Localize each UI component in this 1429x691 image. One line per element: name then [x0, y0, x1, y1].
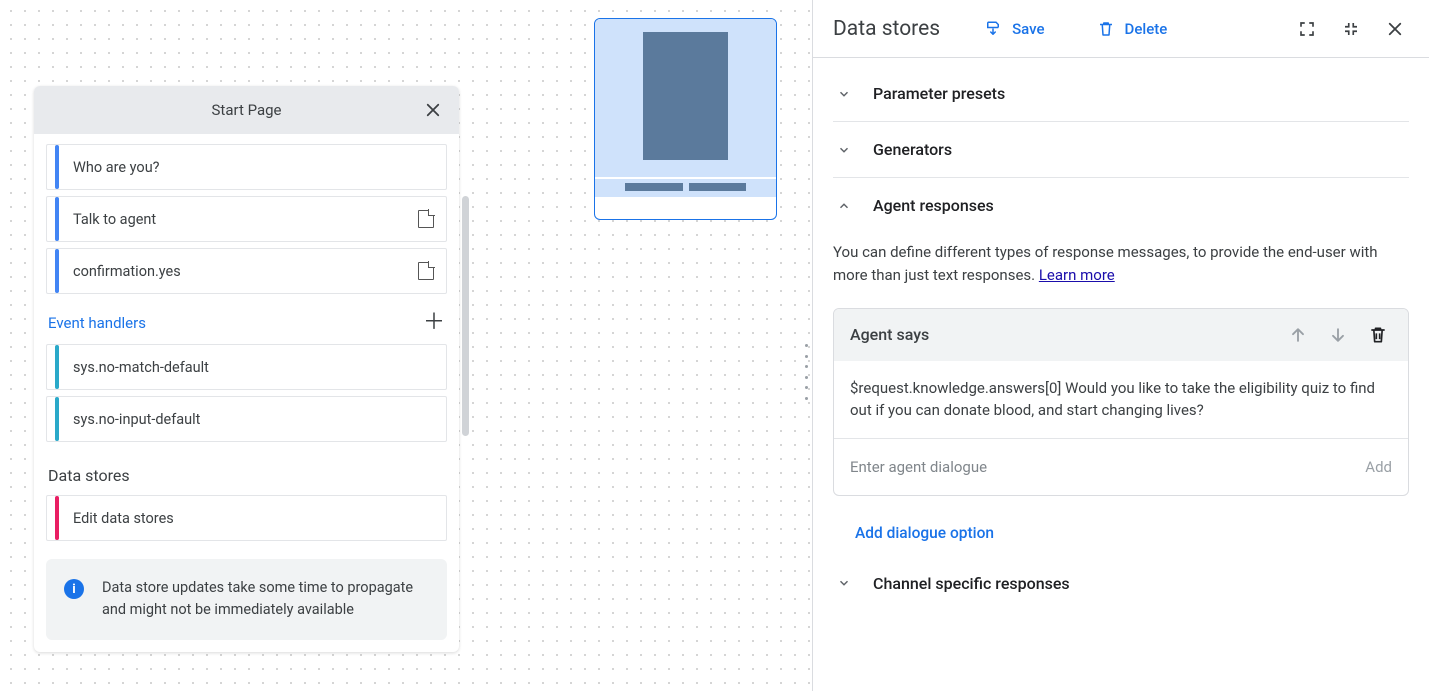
info-icon: i	[64, 579, 84, 599]
event-handlers-title[interactable]: Event handlers	[48, 314, 146, 332]
intent-row[interactable]: confirmation.yes	[46, 248, 447, 294]
intent-bar-icon	[55, 249, 59, 293]
info-box: i Data store updates take some time to p…	[46, 559, 447, 640]
page-icon	[418, 262, 434, 280]
accordion-channel-specific[interactable]: Channel specific responses	[833, 566, 1409, 611]
intent-label: confirmation.yes	[73, 263, 406, 280]
intent-bar-icon	[55, 145, 59, 189]
flow-node-thumbnail[interactable]	[594, 18, 777, 220]
move-up-icon[interactable]	[1284, 321, 1312, 349]
chevron-down-icon	[837, 143, 851, 157]
edit-data-stores-row[interactable]: Edit data stores	[46, 495, 447, 541]
agent-dialogue-input[interactable]	[850, 458, 1353, 476]
agent-says-body[interactable]: $request.knowledge.answers[0] Would you …	[834, 361, 1408, 439]
delete-button[interactable]: Delete	[1089, 14, 1176, 44]
start-page-panel: Start Page Who are you? Talk to agent co…	[34, 86, 459, 652]
edit-data-stores-label: Edit data stores	[73, 510, 434, 527]
right-panel-body: Parameter presets Generators Agent respo…	[813, 58, 1429, 691]
save-icon	[984, 20, 1002, 38]
data-stores-section: Data stores	[46, 466, 447, 485]
chevron-down-icon	[837, 87, 851, 101]
trash-icon	[1097, 20, 1115, 38]
close-icon[interactable]	[421, 98, 445, 122]
thumbnail-body	[595, 19, 776, 177]
intent-row[interactable]: Who are you?	[46, 144, 447, 190]
save-button[interactable]: Save	[976, 14, 1052, 44]
start-page-header: Start Page	[34, 86, 459, 134]
fullscreen-icon[interactable]	[1293, 15, 1321, 43]
intent-label: Who are you?	[73, 159, 434, 176]
learn-more-link[interactable]: Learn more	[1039, 266, 1115, 284]
add-button[interactable]: Add	[1365, 458, 1392, 476]
intent-bar-icon	[55, 197, 59, 241]
close-icon[interactable]	[1381, 15, 1409, 43]
scrollbar[interactable]	[462, 196, 469, 436]
agent-responses-description: You can define different types of respon…	[833, 241, 1409, 288]
delete-response-icon[interactable]	[1364, 321, 1392, 349]
event-handler-label: sys.no-match-default	[73, 359, 434, 376]
accordion-parameter-presets[interactable]: Parameter presets	[833, 66, 1409, 122]
event-handler-row[interactable]: sys.no-input-default	[46, 396, 447, 442]
page-icon	[418, 210, 434, 228]
event-handlers-section: Event handlers ＋	[46, 312, 447, 334]
add-dialogue-option-button[interactable]: Add dialogue option	[833, 506, 1409, 566]
agent-dialogue-input-row: Add	[834, 439, 1408, 495]
chevron-up-icon	[837, 199, 851, 213]
agent-says-title: Agent says	[850, 325, 929, 344]
intent-row[interactable]: Talk to agent	[46, 196, 447, 242]
move-down-icon[interactable]	[1324, 321, 1352, 349]
chevron-down-icon	[837, 576, 851, 590]
resize-handle-icon[interactable]	[805, 344, 811, 400]
agent-says-card: Agent says $request.knowledge.answers[0]…	[833, 308, 1409, 496]
agent-says-header: Agent says	[834, 309, 1408, 361]
exit-fullscreen-icon[interactable]	[1337, 15, 1365, 43]
event-bar-icon	[55, 345, 59, 389]
info-text: Data store updates take some time to pro…	[102, 577, 429, 622]
panel-title: Data stores	[833, 17, 940, 41]
add-event-handler-icon[interactable]: ＋	[423, 312, 445, 334]
intent-label: Talk to agent	[73, 211, 406, 228]
right-panel: Data stores Save Delete	[812, 0, 1429, 691]
event-bar-icon	[55, 397, 59, 441]
data-store-bar-icon	[55, 496, 59, 540]
data-stores-title: Data stores	[48, 466, 130, 485]
flow-canvas[interactable]: Start Page Who are you? Talk to agent co…	[0, 0, 812, 691]
start-page-title: Start Page	[212, 101, 282, 119]
accordion-generators[interactable]: Generators	[833, 122, 1409, 178]
accordion-agent-responses[interactable]: Agent responses	[833, 178, 1409, 233]
right-panel-header: Data stores Save Delete	[813, 0, 1429, 58]
event-handler-row[interactable]: sys.no-match-default	[46, 344, 447, 390]
event-handler-label: sys.no-input-default	[73, 411, 434, 428]
